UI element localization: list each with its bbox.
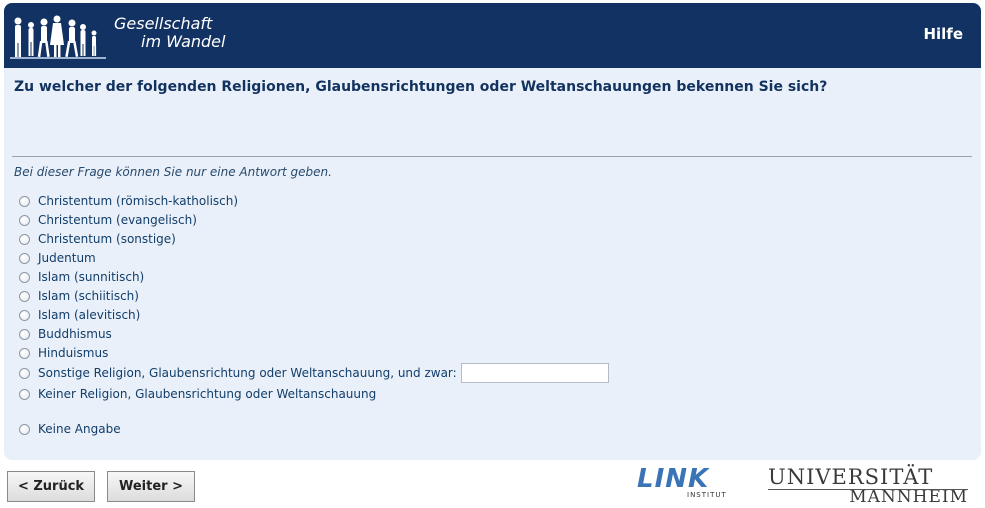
radio-button[interactable] <box>19 367 30 379</box>
back-button[interactable]: < Zurück <box>7 471 95 502</box>
radio-button[interactable] <box>19 214 30 226</box>
option-label: Judentum <box>38 251 96 265</box>
option-no-answer[interactable]: Keine Angabe <box>19 420 121 438</box>
option-judaism[interactable]: Judentum <box>19 249 96 267</box>
radio-button[interactable] <box>19 309 30 321</box>
link-institut-logo: LINK INSTITUT <box>637 464 726 499</box>
radio-button[interactable] <box>19 328 30 340</box>
uni-logo-rule <box>768 489 968 490</box>
option-label: Buddhismus <box>38 327 112 341</box>
option-label: Christentum (römisch-katholisch) <box>38 194 239 208</box>
other-religion-input[interactable] <box>460 363 609 383</box>
instruction-text: Bei dieser Frage können Sie nur eine Ant… <box>14 165 332 179</box>
option-label: Islam (alevitisch) <box>38 308 141 322</box>
link-logo-text: LINK <box>637 464 710 494</box>
radio-button[interactable] <box>19 195 30 207</box>
header-bar: Gesellschaft im Wandel Hilfe <box>4 3 981 68</box>
help-link[interactable]: Hilfe <box>923 25 963 43</box>
option-label: Islam (schiitisch) <box>38 289 139 303</box>
option-label: Islam (sunnitisch) <box>38 270 145 284</box>
link-logo-subtext: INSTITUT <box>687 491 727 499</box>
next-button[interactable]: Weiter > <box>107 471 195 502</box>
radio-button[interactable] <box>19 271 30 283</box>
radio-button[interactable] <box>19 347 30 359</box>
survey-panel: Gesellschaft im Wandel Hilfe Zu welcher … <box>4 3 981 460</box>
option-protestant[interactable]: Christentum (evangelisch) <box>19 211 197 229</box>
radio-button[interactable] <box>19 388 30 400</box>
divider <box>12 156 972 157</box>
option-label: Keiner Religion, Glaubensrichtung oder W… <box>38 387 377 401</box>
radio-button[interactable] <box>19 290 30 302</box>
option-islam-sunni[interactable]: Islam (sunnitisch) <box>19 268 144 286</box>
option-hinduism[interactable]: Hinduismus <box>19 344 108 362</box>
option-islam-alevi[interactable]: Islam (alevitisch) <box>19 306 140 324</box>
people-silhouette-logo <box>10 15 106 59</box>
brand-line-1: Gesellschaft <box>114 14 213 33</box>
option-label: Sonstige Religion, Glaubensrichtung oder… <box>38 366 457 380</box>
option-label: Hinduismus <box>38 346 109 360</box>
option-other-religion[interactable]: Sonstige Religion, Glaubensrichtung oder… <box>19 362 609 384</box>
option-no-religion[interactable]: Keiner Religion, Glaubensrichtung oder W… <box>19 385 376 403</box>
university-mannheim-logo: UNIVERSITÄT MANNHEIM <box>768 466 968 506</box>
option-label: Keine Angabe <box>38 422 121 436</box>
uni-line-2: MANNHEIM <box>849 487 968 507</box>
option-label: Christentum (sonstige) <box>38 232 176 246</box>
question-text: Zu welcher der folgenden Religionen, Gla… <box>14 79 828 95</box>
radio-button[interactable] <box>19 233 30 245</box>
option-islam-shia[interactable]: Islam (schiitisch) <box>19 287 139 305</box>
uni-line-1: UNIVERSITÄT <box>768 465 934 489</box>
option-buddhism[interactable]: Buddhismus <box>19 325 112 343</box>
option-christian-other[interactable]: Christentum (sonstige) <box>19 230 176 248</box>
radio-button[interactable] <box>19 423 30 435</box>
option-roman-catholic[interactable]: Christentum (römisch-katholisch) <box>19 192 238 210</box>
option-label: Christentum (evangelisch) <box>38 213 197 227</box>
radio-button[interactable] <box>19 252 30 264</box>
brand-name: Gesellschaft im Wandel <box>114 15 225 51</box>
brand-line-2: im Wandel <box>141 32 226 51</box>
